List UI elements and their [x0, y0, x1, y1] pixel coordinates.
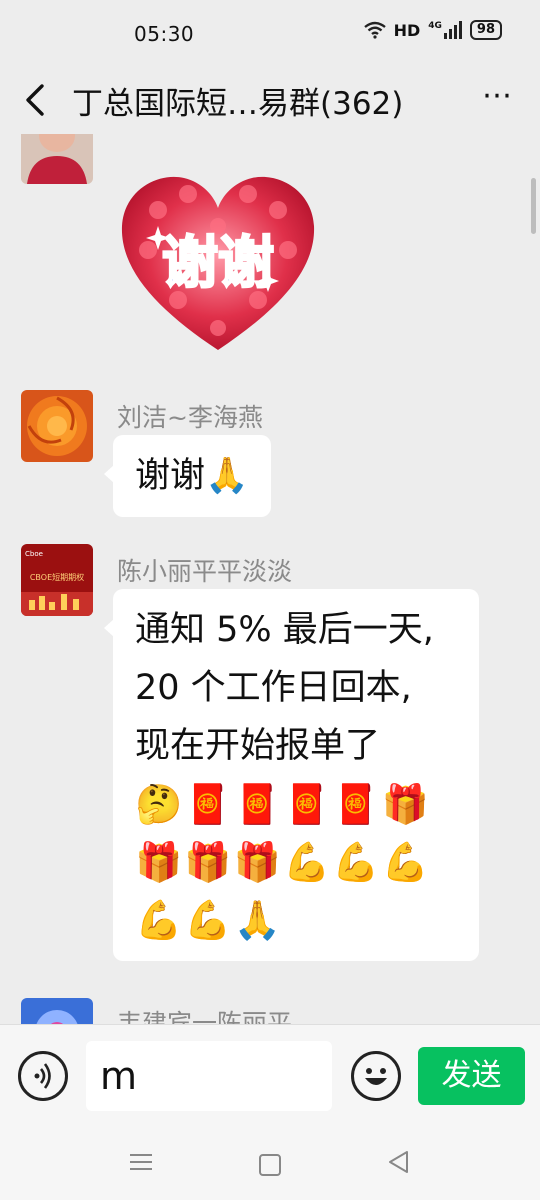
message-line: 20 个工作日回本, — [135, 668, 412, 708]
sticker-heart[interactable]: 谢谢 — [118, 170, 318, 356]
signal-icon: 4G — [428, 21, 462, 39]
avatar-title-text: CBOE短期期权 — [30, 572, 84, 582]
message-bubble[interactable]: 谢谢🙏 — [104, 435, 271, 517]
status-icons: HD 4G 98 — [363, 20, 502, 40]
battery-icon: 98 — [469, 20, 502, 40]
signal-label: 4G — [428, 21, 442, 31]
chat-header: 丁总国际短…易群(362) ⋯ — [0, 66, 540, 134]
voice-icon[interactable] — [18, 1051, 68, 1101]
network-label: HD — [393, 20, 421, 40]
chat-title: 丁总国际短…易群(362) — [72, 86, 404, 122]
more-icon[interactable]: ⋯ — [482, 81, 514, 111]
back-icon[interactable] — [20, 80, 54, 120]
input-bar: m 发送 — [0, 1024, 540, 1131]
home-icon[interactable] — [259, 1154, 281, 1176]
menu-icon[interactable] — [130, 1152, 152, 1172]
avatar-brand-text: Cboe — [25, 550, 43, 558]
status-bar: 05:30 HD 4G 98 — [0, 0, 540, 66]
status-time: 05:30 — [134, 22, 195, 46]
message-line: 通知 5% 最后一天, — [135, 610, 434, 650]
message-input[interactable]: m — [86, 1041, 332, 1111]
emoji-line: 🎁🎁🎁💪💪💪 — [135, 840, 431, 884]
sender-name: 韦建宾一陈丽平 — [117, 1009, 293, 1024]
emoji-icon[interactable] — [351, 1051, 401, 1101]
sticker-text: 谢谢 — [162, 231, 274, 296]
nav-back-icon[interactable] — [387, 1150, 409, 1174]
emoji-line: 🤔🧧🧧🧧🧧🎁 — [135, 782, 431, 826]
message-list[interactable]: 谢谢 刘洁~李海燕 谢谢🙏 Cboe CBOE短期期权 陈小丽平平淡淡 通知 5… — [0, 134, 540, 1024]
sender-name: 陈小丽平平淡淡 — [117, 557, 293, 586]
send-button[interactable]: 发送 — [418, 1047, 525, 1105]
system-nav-bar — [0, 1130, 540, 1200]
scrollbar[interactable] — [531, 178, 536, 234]
emoji-line: 💪💪🙏 — [135, 898, 283, 942]
avatar[interactable]: Cboe CBOE短期期权 — [21, 544, 93, 616]
wifi-icon — [363, 21, 386, 39]
message-bubble[interactable]: 通知 5% 最后一天, 20 个工作日回本, 现在开始报单了 🤔🧧🧧🧧🧧🎁 🎁🎁… — [104, 589, 479, 961]
avatar[interactable] — [21, 998, 93, 1024]
sender-name: 刘洁~李海燕 — [117, 403, 263, 432]
message-line: 现在开始报单了 — [135, 726, 381, 766]
avatar[interactable] — [21, 390, 93, 462]
avatar[interactable] — [21, 134, 93, 184]
